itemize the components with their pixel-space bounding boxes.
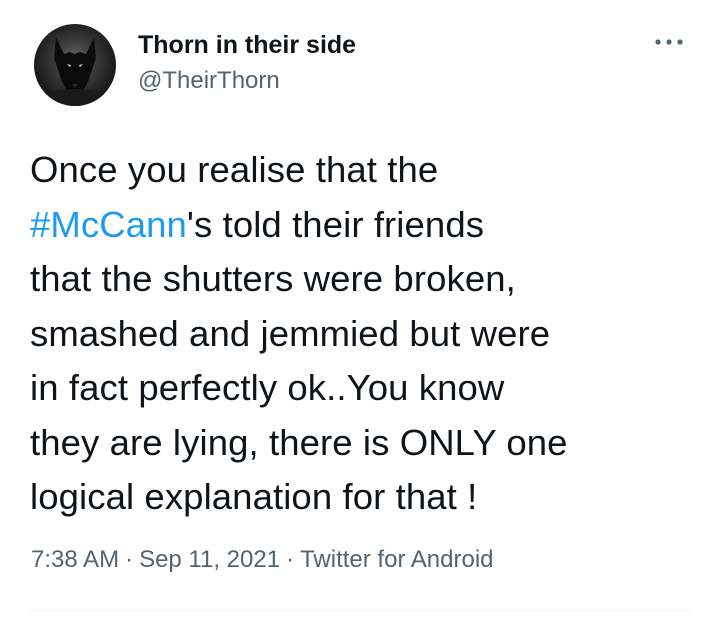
tweet-text: Once you realise that the #McCann's told… [30,143,700,525]
tweet-meta: 7:38 AM · Sep 11, 2021 · Twitter for Android [31,545,494,575]
avatar[interactable] [34,24,116,106]
tweet-source[interactable]: Twitter for Android [300,546,493,573]
wolf-avatar-icon [44,38,106,106]
user-handle[interactable]: @TheirThorn [138,66,356,96]
divider [30,610,690,611]
tweet-line: logical explanation for that ! [30,470,700,525]
tweet-text-segment: smashed and jemmied but were [30,312,551,354]
tweet-line: smashed and jemmied but were [30,307,700,362]
display-name[interactable]: Thorn in their side [138,30,356,60]
tweet-line: Once you realise that the [30,143,700,198]
tweet-date[interactable]: Sep 11, 2021 [139,546,280,573]
tweet-line: they are lying, there is ONLY one [30,416,700,471]
tweet-line: #McCann's told their friends [30,198,700,253]
tweet-line: in fact perfectly ok..You know [30,361,700,416]
meta-separator: · [286,546,295,573]
hashtag-link[interactable]: #McCann [30,204,187,245]
ellipsis-icon [655,39,683,45]
tweet-text-segment: in fact perfectly ok..You know [30,367,505,408]
more-options-button[interactable] [650,30,688,54]
tweet-time[interactable]: 7:38 AM [31,546,119,573]
tweet-line: that the shutters were broken, [30,252,700,307]
tweet-text-segment: logical explanation for that ! [30,476,478,517]
author-block: Thorn in their side @TheirThorn [138,30,356,96]
tweet-text-segment: they are lying, there is ONLY one [30,421,568,463]
tweet-card: Thorn in their side @TheirThorn Once you… [0,0,720,618]
tweet-text-segment: that the shutters were broken, [30,258,516,299]
meta-separator: · [125,546,134,573]
tweet-text-segment: 's told their friends [186,203,485,245]
tweet-text-segment: Once you realise that the [30,149,439,190]
